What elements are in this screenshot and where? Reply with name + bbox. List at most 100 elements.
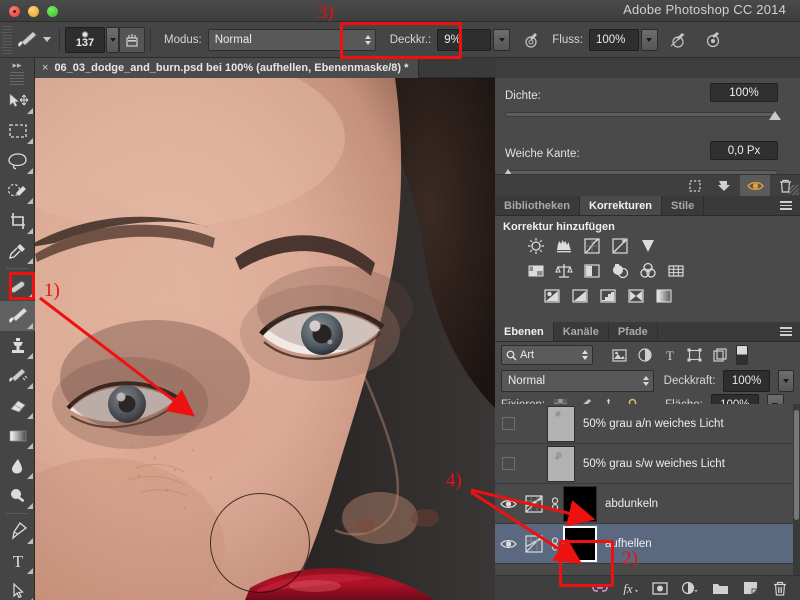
brightness-contrast-icon[interactable] — [525, 235, 547, 257]
gradient-map-icon[interactable] — [653, 285, 675, 307]
flow-input[interactable]: 100% — [588, 28, 639, 51]
curves-icon[interactable] — [581, 235, 603, 257]
layer-thumbnail[interactable] — [547, 405, 575, 442]
tab-ebenen[interactable]: Ebenen — [495, 322, 554, 341]
density-value[interactable]: 100% — [710, 83, 778, 102]
color-lookup-icon[interactable] — [665, 260, 687, 282]
layer-visibility-toggle[interactable] — [495, 444, 521, 484]
smartobject-filter-icon[interactable] — [707, 344, 732, 366]
layer-filter-type-select[interactable]: Art — [501, 345, 593, 365]
tab-kanaele[interactable]: Kanäle — [554, 322, 609, 341]
sidebar-item-clone-stamp-tool[interactable] — [0, 331, 35, 361]
density-slider[interactable] — [505, 111, 781, 120]
posterize-icon[interactable] — [569, 285, 591, 307]
selective-color-icon[interactable] — [625, 285, 647, 307]
sidebar-item-path-selection-tool[interactable] — [0, 576, 35, 600]
table-row[interactable]: 50% grau s/w weiches Licht — [495, 444, 800, 484]
layer-thumbnail[interactable] — [547, 445, 575, 482]
tab-pfade[interactable]: Pfade — [609, 322, 658, 341]
layer-visibility-toggle[interactable] — [495, 524, 521, 564]
sidebar-item-quick-selection-tool[interactable] — [0, 176, 35, 206]
tablet-pressure-opacity-icon[interactable] — [516, 27, 542, 53]
type-filter-icon[interactable]: T — [657, 344, 682, 366]
layer-blend-mode-select[interactable]: Normal — [501, 369, 654, 392]
sidebar-item-pen-tool[interactable] — [0, 516, 35, 546]
layer-opacity-input[interactable]: 100% — [723, 369, 770, 392]
options-bar-grip[interactable] — [2, 25, 12, 54]
hue-saturation-icon[interactable] — [525, 260, 547, 282]
threshold-icon[interactable] — [597, 285, 619, 307]
invert-icon[interactable] — [541, 285, 563, 307]
collapse-tools-button[interactable]: ▸▸ — [0, 58, 34, 72]
airbrush-icon[interactable] — [700, 27, 726, 53]
panel-menu-icon[interactable] — [780, 327, 794, 337]
curves-adjustment-thumbnail[interactable] — [521, 484, 547, 524]
panel-resize-grip[interactable] — [789, 185, 799, 195]
brush-preset-icon[interactable] — [14, 28, 40, 52]
brush-panel-icon[interactable] — [119, 26, 145, 53]
sidebar-item-eraser-tool[interactable] — [0, 391, 35, 421]
close-window-button[interactable] — [9, 6, 20, 17]
sidebar-item-move-tool[interactable] — [0, 86, 35, 116]
sidebar-item-marquee-tool[interactable] — [0, 116, 35, 146]
sidebar-item-history-brush-tool[interactable] — [0, 361, 35, 391]
layer-visibility-toggle[interactable] — [495, 404, 521, 444]
layer-visibility-toggle[interactable] — [495, 484, 521, 524]
channel-mixer-icon[interactable] — [637, 260, 659, 282]
layer-list-scrollbar[interactable] — [793, 404, 800, 575]
sidebar-item-blur-tool[interactable] — [0, 451, 35, 481]
feather-value[interactable]: 0,0 Px — [710, 141, 778, 160]
shape-filter-icon[interactable] — [682, 344, 707, 366]
sidebar-item-lasso-tool[interactable] — [0, 146, 35, 176]
close-icon[interactable]: × — [42, 62, 48, 74]
tablet-pressure-size-icon[interactable] — [664, 27, 690, 53]
new-adjustment-icon[interactable] — [676, 576, 704, 600]
sidebar-item-brush-tool[interactable] — [0, 301, 35, 331]
layer-mask-thumbnail[interactable] — [563, 485, 597, 522]
adjustment-filter-icon[interactable] — [632, 344, 657, 366]
table-row[interactable]: 50% grau a/n weiches Licht — [495, 404, 800, 444]
flow-dropdown[interactable] — [640, 28, 658, 51]
toggle-mask-visibility-icon[interactable] — [740, 174, 770, 197]
curves-adjustment-thumbnail[interactable] — [521, 524, 547, 564]
load-selection-icon[interactable] — [680, 175, 710, 197]
layer-mask-link-icon[interactable] — [547, 496, 563, 511]
layer-list[interactable]: 50% grau a/n weiches Licht 50% grau s/w … — [495, 404, 800, 575]
sidebar-item-eyedropper-tool[interactable] — [0, 236, 35, 266]
document-tab[interactable]: × 06_03_dodge_and_burn.psd bei 100% (auf… — [35, 58, 420, 78]
apply-mask-icon[interactable] — [710, 175, 740, 197]
black-white-icon[interactable] — [581, 260, 603, 282]
tab-stile[interactable]: Stile — [662, 196, 705, 215]
new-group-icon[interactable] — [706, 576, 734, 600]
panel-menu-icon[interactable] — [780, 201, 794, 211]
opacity-dropdown[interactable] — [493, 28, 511, 51]
new-layer-icon[interactable] — [736, 576, 764, 600]
tab-bibliotheken[interactable]: Bibliotheken — [495, 196, 581, 215]
delete-layer-icon[interactable] — [766, 576, 794, 600]
minimize-window-button[interactable] — [28, 6, 39, 17]
table-row[interactable]: aufhellen — [495, 524, 800, 564]
photo-filter-icon[interactable] — [609, 260, 631, 282]
canvas-area[interactable] — [35, 78, 495, 600]
color-balance-icon[interactable] — [553, 260, 575, 282]
tools-panel-grip[interactable] — [10, 72, 24, 86]
tab-korrekturen[interactable]: Korrekturen — [580, 196, 662, 215]
sidebar-item-dodge-tool[interactable] — [0, 481, 35, 511]
exposure-icon[interactable] — [609, 235, 631, 257]
brush-preset-dropdown[interactable] — [40, 29, 54, 51]
filter-enable-toggle[interactable] — [736, 345, 748, 365]
table-row[interactable]: abdunkeln — [495, 484, 800, 524]
maximize-window-button[interactable] — [47, 6, 58, 17]
brush-size-field[interactable]: 137 — [65, 26, 105, 53]
layer-opacity-dropdown[interactable] — [777, 369, 794, 392]
vibrance-icon[interactable] — [637, 235, 659, 257]
sidebar-item-type-tool[interactable]: T — [0, 546, 35, 576]
sidebar-item-gradient-tool[interactable] — [0, 421, 35, 451]
pixel-filter-icon[interactable] — [607, 344, 632, 366]
add-mask-icon[interactable] — [646, 576, 674, 600]
layer-style-fx-icon[interactable]: fx — [616, 576, 644, 600]
scrollbar-thumb[interactable] — [794, 410, 799, 520]
brush-size-stepper[interactable] — [106, 26, 119, 53]
density-slider-handle[interactable] — [769, 111, 781, 120]
sidebar-item-crop-tool[interactable] — [0, 206, 35, 236]
